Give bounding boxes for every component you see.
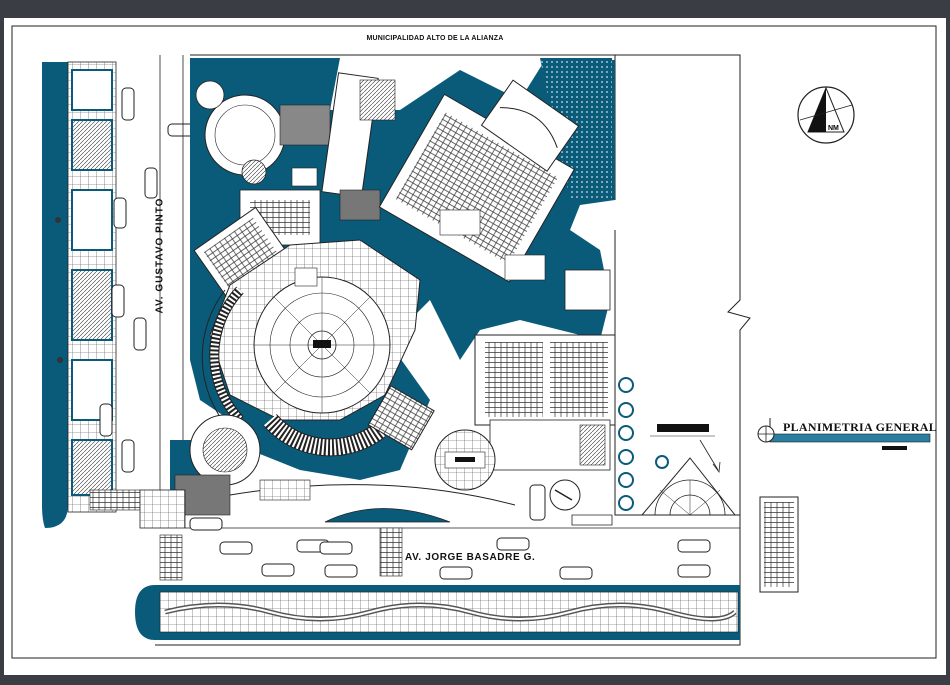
- drawing-header-title: MUNICIPALIDAD ALTO DE LA ALIANZA: [366, 35, 504, 42]
- site-plan-drawing: [0, 0, 950, 680]
- drawing-canvas: MUNICIPALIDAD ALTO DE LA ALIANZA AV. GUS…: [0, 0, 950, 680]
- plan-title: PLANIMETRIA GENERAL: [783, 420, 938, 434]
- north-arrow-label: NM: [828, 125, 839, 132]
- bottom-median-strip: [135, 585, 740, 640]
- left-median-strip: [42, 61, 117, 528]
- street-label-gustavo-pinto: AV. GUSTAVO PINTO: [154, 197, 166, 314]
- north-arrow-icon: [797, 86, 855, 144]
- street-label-jorge-basadre: AV. JORGE BASADRE G.: [405, 552, 536, 563]
